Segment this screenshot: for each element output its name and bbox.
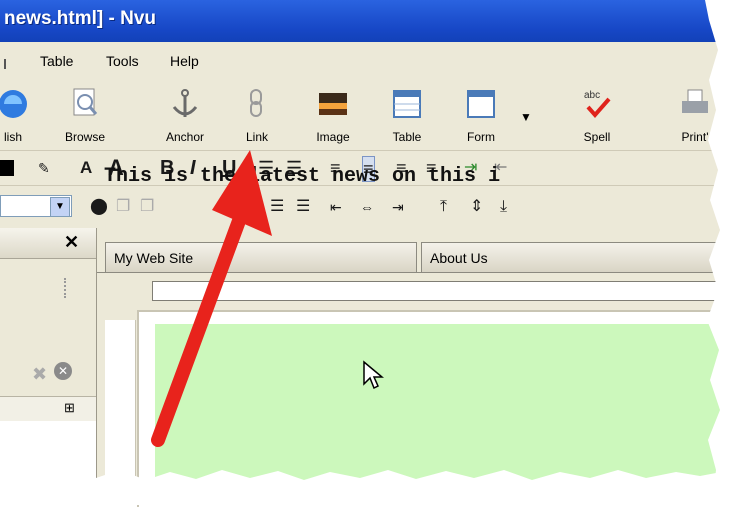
publish-button[interactable]: lish	[0, 84, 48, 148]
column-picker-icon[interactable]: ⊞	[64, 400, 75, 416]
print-label: Print'	[681, 130, 709, 144]
valign-top-icon[interactable]: ⤒	[440, 195, 447, 219]
mouse-cursor-icon	[362, 360, 385, 395]
composition-toolbar: lish Browse Anchor Link Image Table Form…	[0, 80, 732, 151]
menu-table[interactable]: Table	[40, 53, 73, 69]
sidebar-list-header: ⊞	[0, 396, 96, 422]
copy-style-icon[interactable]: ❐	[116, 195, 130, 219]
table-button[interactable]: Table	[372, 84, 442, 148]
spell-label: Spell	[583, 130, 611, 144]
form-button[interactable]: Form	[446, 84, 516, 148]
table-edit-toolbar: ▼ ⬤ ❐ ❐ ☰ ☰ ⇤ ⇔ ⇥ ⤒ ⇕ ⤓	[0, 186, 732, 229]
chevron-down-icon[interactable]: ▼	[50, 197, 70, 217]
anchor-label: Anchor	[165, 130, 205, 144]
document-body[interactable]	[155, 324, 732, 505]
browse-label: Browse	[64, 130, 105, 144]
publish-icon	[0, 90, 27, 118]
title-bar: news.html] - Nvu	[0, 0, 732, 42]
anchor-icon	[172, 89, 198, 117]
margin-strip	[105, 320, 136, 505]
form-dropdown-arrow-icon[interactable]: ▼	[520, 110, 532, 124]
tab-my-web-site[interactable]: My Web Site	[105, 242, 417, 272]
window-title: news.html] - Nvu	[4, 8, 157, 29]
insert-object-icon[interactable]: ⬤	[90, 195, 108, 219]
ruler	[152, 281, 732, 301]
cell-center-icon[interactable]: ⇔	[360, 195, 374, 219]
print-button[interactable]: Print'	[660, 84, 730, 148]
image-icon	[319, 93, 347, 115]
sidebar-list[interactable]	[0, 421, 96, 505]
valign-middle-icon[interactable]: ⇕	[470, 195, 483, 219]
print-icon	[682, 89, 708, 113]
text-color-swatch[interactable]	[0, 160, 14, 176]
stop-icon[interactable]: ✕	[54, 362, 72, 380]
sidebar-header: ✕	[0, 228, 96, 259]
anchor-button[interactable]: Anchor	[150, 84, 220, 148]
browse-button[interactable]: Browse	[50, 84, 120, 148]
image-button[interactable]: Image	[298, 84, 368, 148]
style-select[interactable]: ▼	[0, 195, 72, 217]
link-button[interactable]: Link	[222, 84, 292, 148]
tab-about-us[interactable]: About Us	[421, 242, 732, 272]
spell-button[interactable]: abc Spell	[562, 84, 632, 148]
browse-icon	[73, 88, 98, 116]
menu-bar: Table Tools Help	[0, 42, 732, 81]
link-icon	[250, 89, 262, 117]
document-text: This is the latest news on this i	[104, 165, 501, 188]
link-label: Link	[245, 130, 268, 144]
form-icon	[467, 90, 495, 118]
paste-style-icon[interactable]: ❐	[140, 195, 154, 219]
close-icon[interactable]: ✕	[64, 232, 79, 253]
publish-label: lish	[3, 130, 22, 144]
delete-icon[interactable]: ✖	[32, 364, 47, 385]
cell-left-icon[interactable]: ⇤	[330, 195, 342, 219]
tab-divider	[97, 272, 732, 273]
row-align-2-icon[interactable]: ☰	[296, 195, 310, 219]
image-label: Image	[316, 130, 350, 144]
svg-text:abc: abc	[584, 90, 600, 101]
spell-icon: abc	[584, 90, 611, 119]
menu-tools[interactable]: Tools	[106, 53, 139, 69]
highlight-icon[interactable]: ✎	[38, 156, 50, 180]
editor-pane: My Web Site About Us	[97, 228, 732, 507]
menu-help[interactable]: Help	[170, 53, 199, 69]
font-smaller-button[interactable]: A	[80, 156, 92, 180]
menu-item-fragment	[4, 59, 6, 69]
form-label: Form	[467, 130, 495, 144]
row-align-icon[interactable]: ☰	[270, 195, 284, 219]
table-label: Table	[392, 130, 422, 144]
valign-bottom-icon[interactable]: ⤓	[500, 195, 507, 219]
site-manager-sidebar: ✕ ✖ ✕ ⊞	[0, 228, 97, 505]
table-icon	[393, 90, 421, 118]
cell-right-icon[interactable]: ⇥	[392, 195, 404, 219]
grip-icon[interactable]	[64, 278, 74, 298]
